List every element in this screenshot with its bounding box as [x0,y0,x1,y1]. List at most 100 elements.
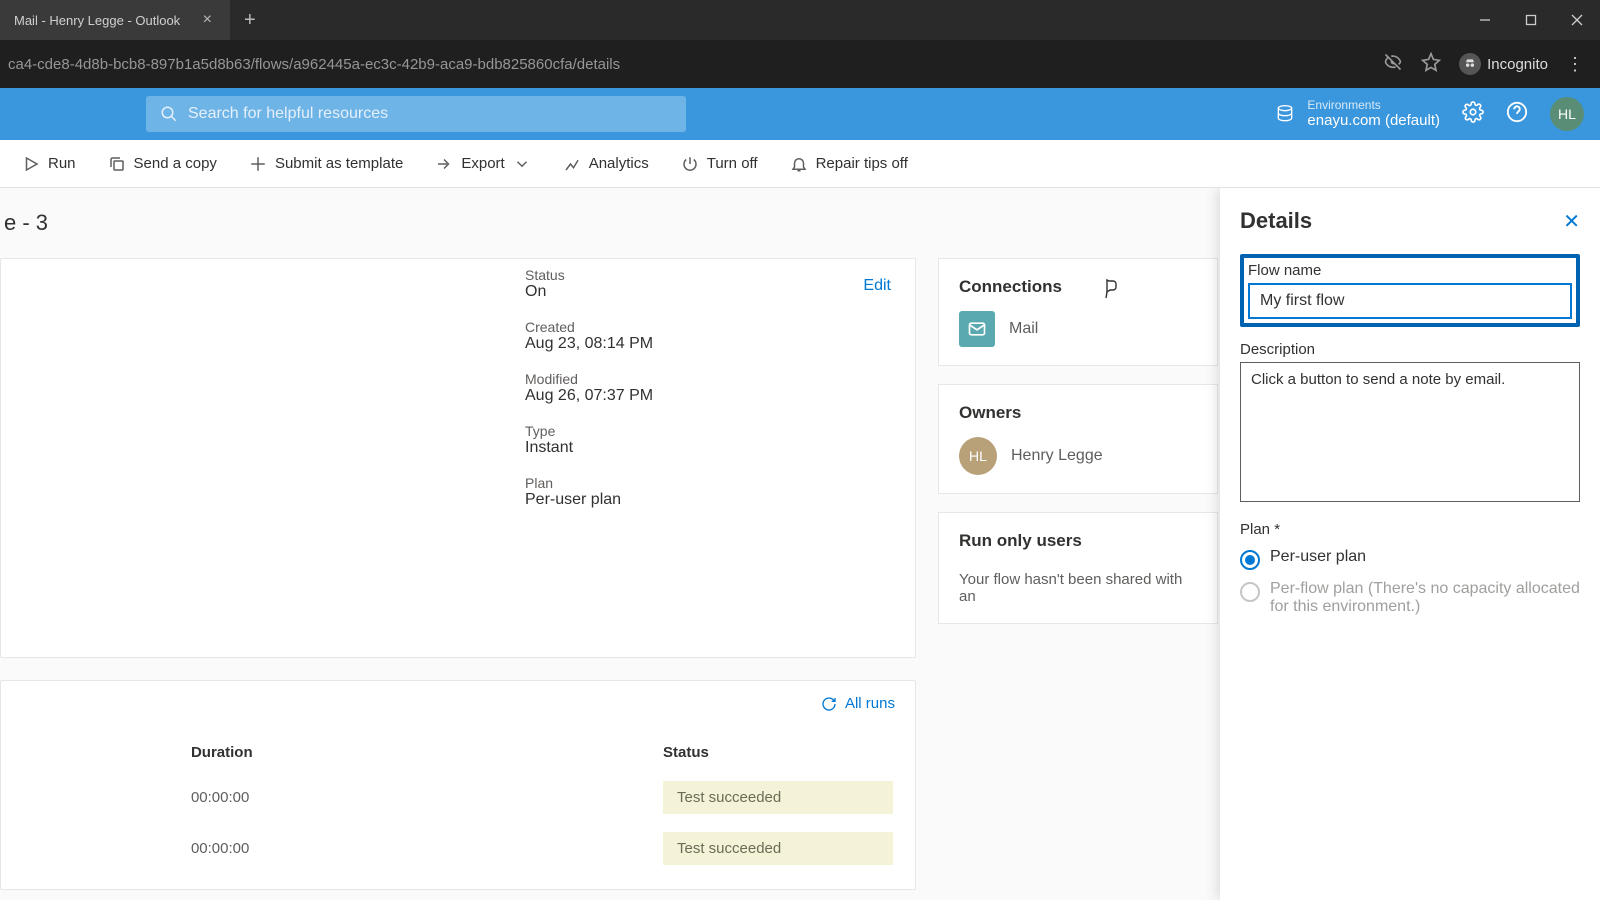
all-runs-label: All runs [845,695,895,712]
close-tab-icon[interactable]: × [199,11,216,29]
all-runs-link[interactable]: All runs [21,695,895,712]
radio-icon [1240,582,1260,602]
panel-title: Details [1240,208,1312,234]
close-icon[interactable]: ✕ [1563,209,1580,234]
chevron-down-icon [513,155,531,173]
connections-card: Connections Mail [938,258,1218,366]
connection-name: Mail [1009,320,1038,338]
bell-icon [790,155,808,173]
flowname-highlight: Flow name [1240,254,1580,327]
radio-icon [1240,550,1260,570]
run-only-text: Your flow hasn't been shared with an [959,571,1197,605]
user-avatar[interactable]: HL [1550,97,1584,131]
cmd-label: Turn off [707,155,758,172]
minimize-icon[interactable] [1462,0,1508,40]
runs-card: All runs Duration Status 00:00:00 Test s… [0,680,916,890]
address-bar: ca4-cde8-4d8b-bcb8-897b1a5d8b63/flows/a9… [0,40,1600,88]
browser-titlebar: Mail - Henry Legge - Outlook × + [0,0,1600,40]
run-duration: 00:00:00 [191,824,661,873]
details-panel: Details ✕ Flow name Description Plan * P… [1220,188,1600,900]
command-bar: Run Send a copy Submit as template Expor… [0,140,1600,188]
app-header: Environments enayu.com (default) HL [0,88,1600,140]
window-controls [1462,0,1600,40]
eye-off-icon[interactable] [1383,52,1403,77]
description-label: Description [1240,341,1580,358]
plan-per-flow-radio[interactable]: Per-flow plan (There's no capacity alloc… [1240,580,1580,616]
menu-icon[interactable]: ⋮ [1566,54,1584,75]
owner-avatar: HL [959,437,997,475]
type-value: Instant [525,439,891,457]
new-tab-button[interactable]: + [230,9,270,32]
send-copy-button[interactable]: Send a copy [94,147,231,181]
plan-field-label: Plan * [1240,521,1580,538]
browser-tab[interactable]: Mail - Henry Legge - Outlook × [0,0,230,40]
modified-value: Aug 26, 07:37 PM [525,387,891,405]
url-text[interactable]: ca4-cde8-4d8b-bcb8-897b1a5d8b63/flows/a9… [8,56,1383,73]
incognito-label: Incognito [1487,56,1548,73]
run-only-card: Run only users Your flow hasn't been sha… [938,512,1218,624]
description-input[interactable] [1240,362,1580,502]
flowname-input[interactable] [1248,283,1572,319]
mail-icon [959,311,995,347]
repair-tips-button[interactable]: Repair tips off [776,147,922,181]
export-icon [435,155,453,173]
power-icon [681,155,699,173]
col-duration: Duration [191,734,661,771]
help-icon[interactable] [1506,101,1528,128]
cmd-label: Send a copy [134,155,217,172]
run-duration: 00:00:00 [191,773,661,822]
plan-per-user-radio[interactable]: Per-user plan [1240,548,1580,570]
radio-label: Per-flow plan (There's no capacity alloc… [1270,580,1580,616]
incognito-badge[interactable]: Incognito [1459,53,1548,75]
submit-template-button[interactable]: Submit as template [235,147,417,181]
created-value: Aug 23, 08:14 PM [525,335,891,353]
owner-name: Henry Legge [1011,447,1103,465]
tab-title: Mail - Henry Legge - Outlook [14,13,180,28]
turn-off-button[interactable]: Turn off [667,147,772,181]
col-status: Status [663,734,893,771]
cmd-label: Export [461,155,504,172]
analytics-button[interactable]: Analytics [549,147,663,181]
run-only-heading: Run only users [959,531,1197,551]
connection-item[interactable]: Mail [959,311,1197,347]
runs-table: Duration Status 00:00:00 Test succeeded … [21,732,895,875]
status-label: Status [525,267,891,283]
owners-card: Owners HL Henry Legge [938,384,1218,494]
run-button[interactable]: Run [8,147,90,181]
search-icon [160,105,178,123]
details-card: Edit StatusOn CreatedAug 23, 08:14 PM Mo… [0,258,916,658]
page-content: e - 3 Edit StatusOn CreatedAug 23, 08:14… [0,188,1600,900]
star-icon[interactable] [1421,52,1441,77]
flowname-label: Flow name [1248,262,1572,279]
env-name: enayu.com (default) [1307,112,1440,130]
incognito-icon [1459,53,1481,75]
status-value: On [525,283,891,301]
export-button[interactable]: Export [421,147,544,181]
table-row[interactable]: 00:00:00 Test succeeded [23,824,893,873]
refresh-icon [821,696,837,712]
cmd-label: Run [48,155,76,172]
close-window-icon[interactable] [1554,0,1600,40]
connections-heading: Connections [959,277,1197,297]
owners-heading: Owners [959,403,1197,423]
env-label: Environments [1307,98,1440,112]
search-box[interactable] [146,96,686,132]
radio-label: Per-user plan [1270,548,1366,566]
run-status: Test succeeded [663,832,893,865]
modified-label: Modified [525,371,891,387]
copy-icon [108,155,126,173]
maximize-icon[interactable] [1508,0,1554,40]
chart-icon [563,155,581,173]
cmd-label: Repair tips off [816,155,908,172]
environment-picker[interactable]: Environments enayu.com (default) [1275,98,1440,130]
search-input[interactable] [188,105,672,123]
table-row[interactable]: 00:00:00 Test succeeded [23,773,893,822]
run-status: Test succeeded [663,781,893,814]
edit-link[interactable]: Edit [863,277,891,295]
type-label: Type [525,423,891,439]
plan-label: Plan [525,475,891,491]
cmd-label: Analytics [589,155,649,172]
owner-item[interactable]: HL Henry Legge [959,437,1197,475]
gear-icon[interactable] [1462,101,1484,128]
template-icon [249,155,267,173]
